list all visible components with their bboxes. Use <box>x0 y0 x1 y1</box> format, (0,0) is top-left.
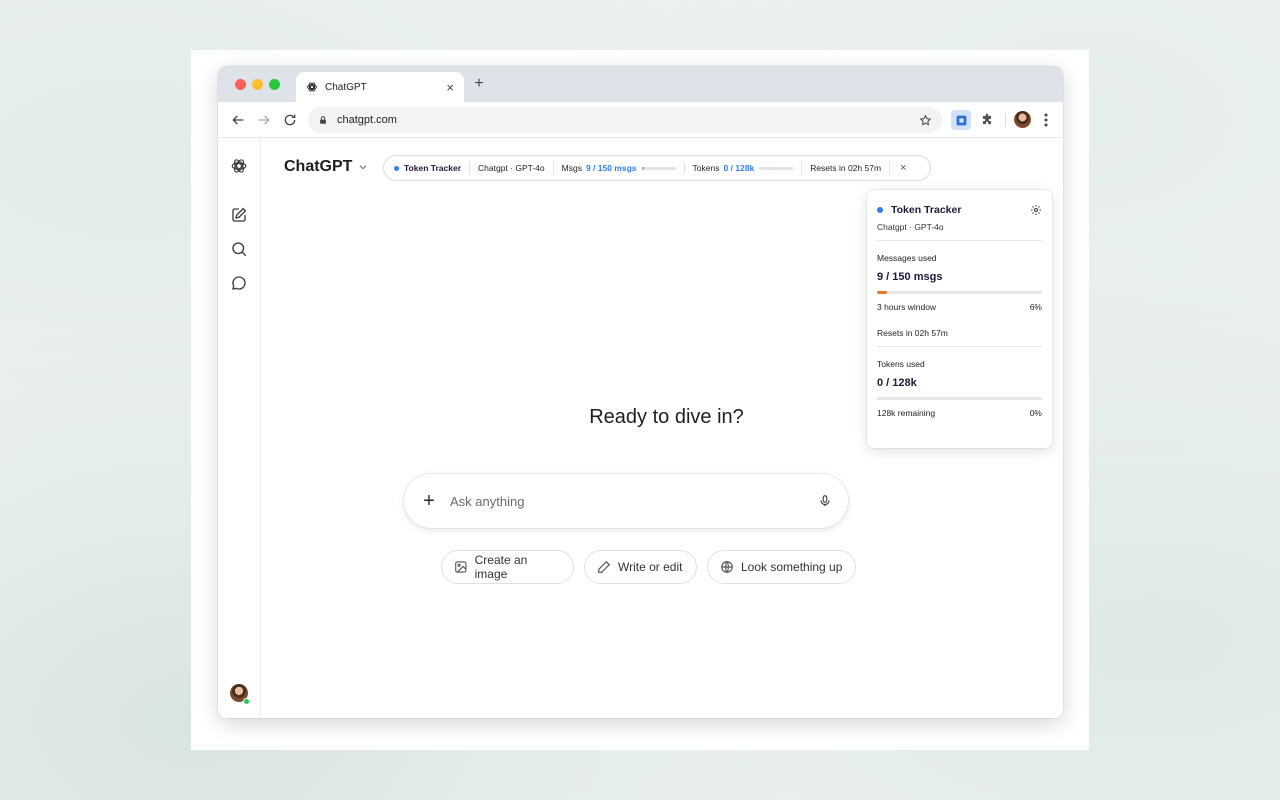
maximize-window-button[interactable] <box>269 79 280 90</box>
image-icon <box>455 561 467 573</box>
openai-logo-icon <box>307 82 317 92</box>
browser-toolbar: chatgpt.com <box>218 102 1063 138</box>
tracker-bar-tokens-label: Tokens <box>692 163 720 173</box>
attach-plus-button[interactable]: + <box>420 490 438 513</box>
tokens-percent: 0% <box>1029 408 1042 418</box>
pencil-icon <box>598 560 611 573</box>
status-dot <box>877 207 883 213</box>
tracker-bar-title[interactable]: Token Tracker <box>404 163 461 173</box>
tracker-logo-icon <box>956 115 966 125</box>
chip-label: Look something up <box>741 560 843 574</box>
openai-logo-icon[interactable] <box>230 157 248 175</box>
profile-avatar[interactable] <box>1014 111 1031 128</box>
msgs-mini-fill <box>641 166 644 170</box>
token-tracker-panel: Token Tracker Chatgpt · GPT-4o Messages … <box>867 190 1052 448</box>
look-up-chip[interactable]: Look something up <box>707 550 856 584</box>
tab-title: ChatGPT <box>325 81 367 93</box>
resets-text: Resets in 02h 57m <box>877 328 948 338</box>
browser-titlebar: ChatGPT × + <box>218 66 1063 102</box>
hero-heading: Ready to dive in? <box>589 406 744 428</box>
microphone-icon[interactable] <box>818 493 832 509</box>
browser-menu-icon[interactable] <box>1040 112 1052 128</box>
divider <box>683 162 685 174</box>
model-selector[interactable]: ChatGPT <box>284 158 368 176</box>
messages-percent: 6% <box>1029 302 1042 312</box>
messages-value: 9 / 150 msgs <box>877 271 943 283</box>
panel-header: Token Tracker <box>877 204 1042 216</box>
window-label: 3 hours window <box>877 302 937 312</box>
tracker-bar-resets: Resets in 02h 57m <box>810 163 882 173</box>
lock-icon <box>320 116 326 124</box>
tokens-progress <box>877 397 1042 400</box>
browser-window: ChatGPT × + chatgpt.com ChatGPT Token Tr… <box>218 66 1063 718</box>
divider <box>469 162 471 174</box>
tokens-meta: 128k remaining 0% <box>877 408 1042 418</box>
tracker-bar-msgs-label: Msgs <box>561 163 582 173</box>
tokens-value: 0 / 128k <box>877 377 917 389</box>
divider <box>552 162 554 174</box>
close-tracker-bar-icon[interactable]: × <box>900 162 906 174</box>
chip-label: Create an image <box>474 553 528 581</box>
minimize-window-button[interactable] <box>252 79 263 90</box>
globe-icon <box>721 561 733 573</box>
chevron-down-icon <box>360 165 367 170</box>
tokens-label: Tokens used <box>877 359 925 369</box>
prompt-input[interactable] <box>450 493 818 509</box>
messages-label: Messages used <box>877 253 937 263</box>
forward-icon[interactable] <box>256 112 272 128</box>
messages-progress <box>877 291 1042 294</box>
search-icon[interactable] <box>230 240 248 258</box>
sidebar <box>218 138 261 718</box>
tracker-bar-tokens-value: 0 / 128k <box>723 163 755 173</box>
bookmark-star-icon[interactable] <box>919 114 932 127</box>
panel-title: Token Tracker <box>891 204 962 216</box>
divider <box>801 162 803 174</box>
remaining-label: 128k remaining <box>877 408 936 418</box>
back-icon[interactable] <box>230 112 246 128</box>
composer: + <box>404 474 848 528</box>
msgs-mini-progress <box>641 166 676 170</box>
new-tab-button[interactable]: + <box>470 75 488 93</box>
create-image-chip[interactable]: Create an image <box>441 550 574 584</box>
online-status-badge <box>243 698 250 705</box>
divider <box>877 346 1042 347</box>
divider <box>877 240 1042 241</box>
reload-icon[interactable] <box>282 112 298 128</box>
toolbar-divider <box>1005 113 1006 127</box>
chip-label: Write or edit <box>618 560 683 574</box>
browser-tab[interactable]: ChatGPT × <box>296 72 464 102</box>
url-text[interactable]: chatgpt.com <box>337 114 919 126</box>
tokens-mini-progress <box>759 166 794 170</box>
write-edit-chip[interactable]: Write or edit <box>584 550 697 584</box>
status-dot <box>394 165 399 171</box>
tracker-bar-model: Chatgpt · GPT-4o <box>478 163 545 173</box>
token-tracker-extension-icon[interactable] <box>951 110 971 130</box>
tab-close-icon[interactable]: × <box>446 80 454 95</box>
close-window-button[interactable] <box>235 79 246 90</box>
model-name: ChatGPT <box>284 158 353 175</box>
address-bar[interactable]: chatgpt.com <box>308 107 942 133</box>
divider <box>889 162 891 174</box>
gear-icon[interactable] <box>1030 204 1042 216</box>
tracker-bar-msgs-value: 9 / 150 msgs <box>585 163 637 173</box>
token-tracker-bar: Token Tracker Chatgpt · GPT-4o Msgs 9 / … <box>383 155 931 181</box>
new-chat-icon[interactable] <box>230 206 248 224</box>
page-content: ChatGPT Token Tracker Chatgpt · GPT-4o M… <box>218 138 1063 718</box>
extensions-puzzle-icon[interactable] <box>977 110 997 130</box>
messages-progress-fill <box>877 291 887 294</box>
chats-icon[interactable] <box>230 274 248 292</box>
panel-subtitle: Chatgpt · GPT-4o <box>877 222 944 232</box>
messages-meta: 3 hours window 6% <box>877 302 1042 312</box>
